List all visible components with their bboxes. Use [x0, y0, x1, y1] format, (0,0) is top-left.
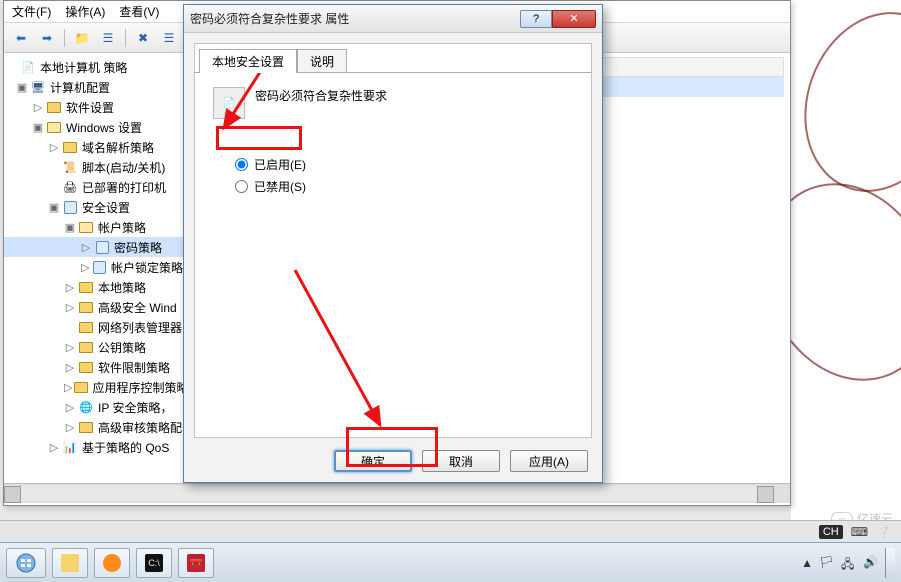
script-icon: 📜	[62, 159, 78, 175]
windows-logo-icon	[16, 553, 36, 573]
language-bar: CH ⌨ ❔	[0, 520, 901, 542]
folder-icon	[79, 422, 93, 433]
tree-pane[interactable]: 📄本地计算机 策略 ▣🖥计算机配置 ▷软件设置 ▣Windows 设置 ▷域名解…	[4, 53, 184, 483]
chart-icon: 📊	[62, 439, 78, 455]
tree-root[interactable]: 📄本地计算机 策略	[4, 57, 183, 77]
tree-pubkey[interactable]: ▷公钥策略	[4, 337, 183, 357]
tree-qos[interactable]: ▷📊基于策略的 QoS	[4, 437, 183, 457]
menu-file[interactable]: 文件(F)	[12, 3, 51, 20]
help-button[interactable]: ?	[520, 10, 552, 28]
task-media[interactable]	[94, 548, 130, 578]
tree-password-policy[interactable]: ▷密码策略	[4, 237, 183, 257]
ok-button[interactable]: 确定	[334, 450, 412, 472]
toolbox-icon: 🧰	[187, 554, 205, 572]
status-bar	[4, 483, 790, 503]
ime-options-icon[interactable]: ⌨	[851, 525, 868, 539]
menu-action[interactable]: 操作(A)	[65, 3, 105, 20]
taskbar: C:\ 🧰 ▲ 🏳 🖧 🔊	[0, 542, 901, 582]
tree-software-settings[interactable]: ▷软件设置	[4, 97, 183, 117]
tab-content: 📄 密码必须符合复杂性要求 已启用(E) 已禁用(S)	[195, 72, 591, 439]
cancel-button[interactable]: 取消	[422, 450, 500, 472]
folder-icon	[79, 322, 93, 333]
security-icon	[64, 201, 77, 214]
separator	[64, 29, 65, 47]
tree-adv-firewall[interactable]: ▷高级安全 Wind	[4, 297, 183, 317]
desktop-wallpaper	[791, 0, 901, 582]
ime-indicator[interactable]: CH	[819, 525, 843, 539]
tab-local-settings[interactable]: 本地安全设置	[199, 49, 297, 73]
delete-button[interactable]: ✖	[132, 27, 154, 49]
forward-button[interactable]: ➡	[36, 27, 58, 49]
show-desktop-button[interactable]	[885, 548, 895, 578]
properties-dialog: 密码必须符合复杂性要求 属性 ? ✕ 本地安全设置 说明 📄 密码必须符合复杂性…	[183, 4, 603, 483]
folder-icon	[79, 302, 93, 313]
apply-button[interactable]: 应用(A)	[510, 450, 588, 472]
volume-icon[interactable]: 🔊	[863, 555, 879, 571]
task-cmd[interactable]: C:\	[136, 548, 172, 578]
radio-enabled-input[interactable]	[235, 158, 248, 171]
document-icon: 📄	[20, 59, 36, 75]
ime-help-icon[interactable]: ❔	[876, 525, 891, 539]
dialog-title: 密码必须符合复杂性要求 属性	[190, 10, 520, 27]
tree-security[interactable]: ▣安全设置	[4, 197, 183, 217]
folder-icon	[47, 102, 61, 113]
dialog-body: 本地安全设置 说明 📄 密码必须符合复杂性要求 已启用(E) 已禁用(S)	[194, 43, 592, 438]
folder-icon	[74, 382, 88, 393]
tree-adv-audit[interactable]: ▷高级审核策略配	[4, 417, 183, 437]
start-button[interactable]	[6, 548, 46, 578]
tree-scripts[interactable]: 📜脚本(启动/关机)	[4, 157, 183, 177]
tab-strip: 本地安全设置 说明	[195, 44, 591, 72]
radio-disabled[interactable]: 已禁用(S)	[235, 175, 573, 197]
tree-netlist[interactable]: 网络列表管理器	[4, 317, 183, 337]
network-icon[interactable]: 🖧	[841, 555, 857, 571]
computer-icon: 🖥	[30, 79, 46, 95]
system-tray: ▲ 🏳 🖧 🔊	[801, 555, 879, 571]
explorer-icon	[61, 554, 79, 572]
tree-computer-config[interactable]: ▣🖥计算机配置	[4, 77, 183, 97]
cmd-icon: C:\	[145, 554, 163, 572]
horizontal-scrollbar[interactable]	[4, 486, 774, 501]
media-player-icon	[103, 554, 121, 572]
dialog-titlebar[interactable]: 密码必须符合复杂性要求 属性 ? ✕	[184, 5, 602, 33]
tree-printers[interactable]: 🖨已部署的打印机	[4, 177, 183, 197]
back-button[interactable]: ⬅	[10, 27, 32, 49]
dialog-button-row: 确定 取消 应用(A)	[334, 450, 588, 472]
tray-expand-icon[interactable]: ▲	[801, 556, 813, 570]
policy-icon	[96, 241, 109, 254]
folder-icon	[79, 362, 93, 373]
menu-view[interactable]: 查看(V)	[119, 3, 159, 20]
folder-icon	[79, 282, 93, 293]
tree-windows-settings[interactable]: ▣Windows 设置	[4, 117, 183, 137]
policy-icon: 📄	[213, 87, 245, 119]
tree-dns-policy[interactable]: ▷域名解析策略	[4, 137, 183, 157]
policy-icon	[93, 261, 106, 274]
separator	[125, 29, 126, 47]
close-button[interactable]: ✕	[552, 10, 596, 28]
task-mmc[interactable]: 🧰	[178, 548, 214, 578]
radio-enabled[interactable]: 已启用(E)	[235, 153, 573, 175]
globe-icon: 🌐	[78, 399, 94, 415]
tab-explain[interactable]: 说明	[297, 49, 347, 73]
tree-local-policies[interactable]: ▷本地策略	[4, 277, 183, 297]
tree-app-control[interactable]: ▷应用程序控制策略	[4, 377, 183, 397]
task-explorer[interactable]	[52, 548, 88, 578]
tree-account-policies[interactable]: ▣帐户策略	[4, 217, 183, 237]
tree-software-restrict[interactable]: ▷软件限制策略	[4, 357, 183, 377]
tree-ipsec[interactable]: ▷🌐IP 安全策略，	[4, 397, 183, 417]
flag-icon[interactable]: 🏳	[819, 555, 835, 571]
show-hide-button[interactable]: ☰	[97, 27, 119, 49]
folder-icon	[63, 142, 77, 153]
radio-disabled-input[interactable]	[235, 180, 248, 193]
properties-button[interactable]: ☰	[158, 27, 180, 49]
up-button[interactable]: 📁	[71, 27, 93, 49]
folder-open-icon	[47, 122, 61, 133]
folder-open-icon	[79, 222, 93, 233]
printer-icon: 🖨	[62, 179, 78, 195]
tree-lockout-policy[interactable]: ▷帐户锁定策略	[4, 257, 183, 277]
folder-icon	[79, 342, 93, 353]
policy-header: 密码必须符合复杂性要求	[255, 87, 387, 104]
